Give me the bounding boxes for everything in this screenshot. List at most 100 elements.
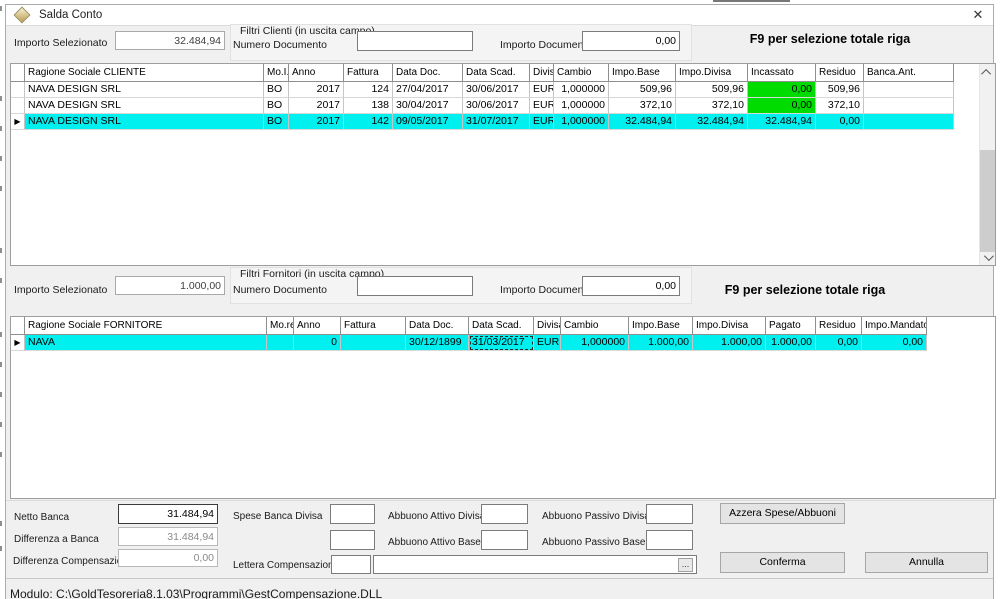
grid-cell[interactable]: NAVA DESIGN SRL <box>25 98 264 114</box>
grid-cell[interactable]: 1,000000 <box>554 98 609 114</box>
importo-selezionato-clienti-field[interactable] <box>115 31 225 50</box>
abbuono-attivo-divisa-field[interactable] <box>481 504 528 524</box>
differenza-compensazione-label: Differenza Compensazione <box>13 556 133 567</box>
grid-cell[interactable]: 509,96 <box>816 82 864 98</box>
grid-cell[interactable]: 0,00 <box>748 98 816 114</box>
clients-grid-scrollbar[interactable] <box>979 64 995 265</box>
grid-cell[interactable]: 09/05/2017 <box>393 114 463 130</box>
background-artifact <box>0 96 2 101</box>
grid-cell[interactable]: 0,00 <box>862 335 927 351</box>
grid-header-cell: Impo.Divisa <box>676 64 748 82</box>
scroll-up-button[interactable] <box>980 64 995 80</box>
close-icon[interactable]: ✕ <box>969 6 987 24</box>
background-artifact <box>0 452 2 457</box>
grid-cell[interactable]: 2017 <box>289 98 344 114</box>
grid-cell[interactable]: NAVA <box>25 335 267 351</box>
grid-cell[interactable]: 30/04/2017 <box>393 98 463 114</box>
abbuono-passivo-divisa-field[interactable] <box>646 504 693 524</box>
conferma-button[interactable]: Conferma <box>720 552 845 573</box>
chevron-up-icon <box>981 68 991 78</box>
grid-header-cell: Anno <box>289 64 344 82</box>
grid-cell[interactable]: 30/12/1899 <box>406 335 469 351</box>
grid-row[interactable]: NAVA DESIGN SRLBO201712427/04/201730/06/… <box>11 82 995 98</box>
grid-cell[interactable]: 372,10 <box>676 98 748 114</box>
row-indicator: ▶ <box>11 114 25 130</box>
background-artifact <box>0 521 2 526</box>
lettera-compensazione-code-field[interactable] <box>331 555 371 574</box>
grid-cell[interactable] <box>267 335 294 351</box>
netto-banca-field[interactable] <box>118 504 218 524</box>
grid-cell[interactable]: 30/06/2017 <box>463 98 530 114</box>
grid-cell[interactable]: EUR <box>534 335 561 351</box>
grid-cell[interactable]: 27/04/2017 <box>393 82 463 98</box>
grid-cell[interactable]: 142 <box>344 114 393 130</box>
spese-banca-base-field[interactable] <box>330 530 375 550</box>
grid-cell[interactable]: 31/03/2017 <box>469 335 534 351</box>
importo-selezionato-fornitori-field[interactable] <box>115 276 225 295</box>
grid-cell[interactable]: BO <box>264 82 289 98</box>
grid-cell[interactable]: 372,10 <box>816 98 864 114</box>
grid-cell[interactable]: EUR <box>530 114 554 130</box>
numero-documento-fornitori-field[interactable] <box>357 276 473 296</box>
grid-cell[interactable]: NAVA DESIGN SRL <box>25 82 264 98</box>
grid-header-cell: Data Scad. <box>469 317 534 335</box>
importo-documento-fornitori-field[interactable] <box>582 276 680 296</box>
grid-cell[interactable]: 509,96 <box>676 82 748 98</box>
grid-row[interactable]: ▶NAVA030/12/189931/03/2017EUR1,0000001.0… <box>11 335 995 351</box>
grid-cell[interactable] <box>864 98 954 114</box>
scroll-down-button[interactable] <box>980 249 995 265</box>
differenza-compensazione-field[interactable] <box>118 549 218 567</box>
grid-cell[interactable]: EUR <box>530 98 554 114</box>
grid-cell[interactable]: NAVA DESIGN SRL <box>25 114 264 130</box>
importo-documento-clienti-label: Importo Documento <box>500 39 592 51</box>
grid-cell[interactable] <box>341 335 406 351</box>
grid-cell[interactable]: EUR <box>530 82 554 98</box>
abbuono-attivo-base-field[interactable] <box>481 530 528 550</box>
lettera-compensazione-label: Lettera Compensazione <box>233 560 339 571</box>
scrollbar-thumb[interactable] <box>980 150 995 252</box>
grid-cell[interactable]: 1,000000 <box>561 335 629 351</box>
grid-cell[interactable]: 372,10 <box>609 98 676 114</box>
grid-cell[interactable]: 509,96 <box>609 82 676 98</box>
grid-cell[interactable]: 1.000,00 <box>766 335 816 351</box>
spese-banca-divisa-field[interactable] <box>330 504 375 524</box>
grid-row[interactable]: NAVA DESIGN SRLBO201713830/04/201730/06/… <box>11 98 995 114</box>
grid-cell[interactable]: 1,000000 <box>554 82 609 98</box>
grid-cell[interactable]: 1.000,00 <box>629 335 693 351</box>
grid-row[interactable]: ▶NAVA DESIGN SRLBO201714209/05/201731/07… <box>11 114 995 130</box>
f9-hint-clienti: F9 per selezione totale riga <box>705 32 955 46</box>
grid-cell[interactable]: 1,000000 <box>554 114 609 130</box>
grid-cell[interactable]: 1.000,00 <box>693 335 766 351</box>
grid-cell[interactable]: 32.484,94 <box>609 114 676 130</box>
grid-header-cell: Data Doc. <box>406 317 469 335</box>
grid-cell[interactable]: 32.484,94 <box>676 114 748 130</box>
grid-cell[interactable]: 2017 <box>289 114 344 130</box>
importo-documento-clienti-field[interactable] <box>582 31 680 51</box>
differenza-a-banca-field[interactable] <box>118 527 218 546</box>
grid-cell[interactable] <box>864 82 954 98</box>
grid-cell[interactable]: 0,00 <box>816 114 864 130</box>
grid-cell[interactable]: 0 <box>294 335 341 351</box>
grid-cell[interactable]: BO <box>264 114 289 130</box>
grid-cell[interactable]: 32.484,94 <box>748 114 816 130</box>
abbuono-passivo-base-field[interactable] <box>646 530 693 550</box>
grid-cell[interactable]: 138 <box>344 98 393 114</box>
grid-cell[interactable]: 30/06/2017 <box>463 82 530 98</box>
azzera-spese-abbuoni-button[interactable]: Azzera Spese/Abbuoni <box>720 503 845 524</box>
grid-cell[interactable]: 31/07/2017 <box>463 114 530 130</box>
lettera-compensazione-text-field[interactable] <box>373 555 697 574</box>
grid-header-cell: Divisa <box>530 64 554 82</box>
grid-cell[interactable]: 0,00 <box>748 82 816 98</box>
grid-cell[interactable]: 0,00 <box>816 335 862 351</box>
numero-documento-clienti-field[interactable] <box>357 31 473 51</box>
grid-cell[interactable]: BO <box>264 98 289 114</box>
grid-cell[interactable] <box>864 114 954 130</box>
browse-ellipsis-button[interactable]: ... <box>678 558 693 572</box>
grid-cell[interactable]: 124 <box>344 82 393 98</box>
filtri-clienti-caption: Filtri Clienti (in uscita campo) <box>240 25 375 37</box>
grid-cell[interactable]: 2017 <box>289 82 344 98</box>
background-artifact <box>713 0 790 2</box>
title-bar: Salda Conto ✕ <box>6 5 993 26</box>
annulla-button[interactable]: Annulla <box>865 552 988 573</box>
header-indicator-cell <box>11 64 25 82</box>
